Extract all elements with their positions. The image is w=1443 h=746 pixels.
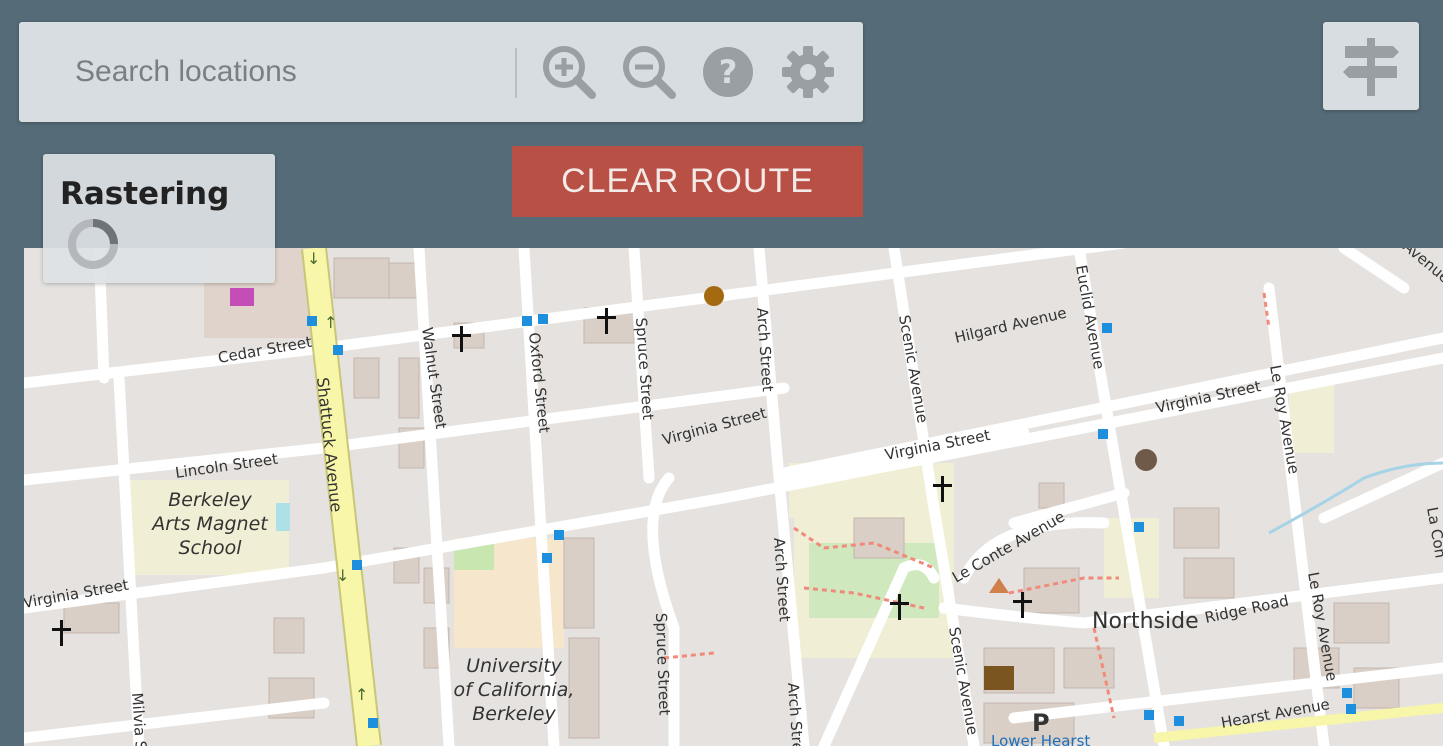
label-school-line1: Berkeley <box>168 489 252 511</box>
clear-route-button[interactable]: CLEAR ROUTE <box>512 146 863 217</box>
theatre-icon <box>704 286 724 306</box>
zoom-in-icon <box>543 46 596 99</box>
svg-text:↓: ↓ <box>336 566 349 585</box>
label-university-line1: University <box>466 655 563 677</box>
zoom-in-button[interactable] <box>539 42 599 102</box>
parking-icon: P <box>1032 709 1050 737</box>
gear-icon <box>782 46 834 98</box>
svg-text:↓: ↓ <box>307 249 320 268</box>
rastering-title: Rastering <box>60 176 230 212</box>
help-icon: ? <box>703 47 753 97</box>
label-school-line3: School <box>178 537 242 559</box>
library-icon <box>984 666 1014 690</box>
toolbar-divider <box>515 48 517 98</box>
signpost-icon <box>1343 38 1399 96</box>
svg-text:↑: ↑ <box>324 313 337 332</box>
museum-icon <box>1135 449 1157 471</box>
label-northside: Northside <box>1092 609 1199 634</box>
zoom-out-button[interactable] <box>619 42 679 102</box>
label-university-line3: Berkeley <box>472 703 556 725</box>
svg-text:?: ? <box>719 53 738 91</box>
label-university-line2: of California, <box>454 679 575 701</box>
rastering-status-panel: Rastering <box>43 154 275 283</box>
help-button[interactable]: ? <box>698 42 758 102</box>
shop-icon <box>230 288 254 306</box>
label-spruce-street-south: Spruce Street <box>652 613 674 716</box>
label-milvia-street: Milvia S <box>128 692 150 746</box>
settings-button[interactable] <box>778 42 838 102</box>
map-tiles: ↓ ↑ ↓ ↑ Cedar Street Walnut Street Oxfor… <box>24 248 1443 746</box>
map-canvas[interactable]: ↓ ↑ ↓ ↑ Cedar Street Walnut Street Oxfor… <box>24 248 1443 746</box>
loading-spinner-icon <box>68 219 118 269</box>
zoom-out-icon <box>623 46 676 99</box>
label-school-line2: Arts Magnet <box>150 513 269 535</box>
search-input[interactable] <box>59 50 531 94</box>
svg-text:↑: ↑ <box>355 685 368 704</box>
search-toolbar: ? <box>19 22 863 122</box>
directions-button[interactable] <box>1323 22 1419 110</box>
